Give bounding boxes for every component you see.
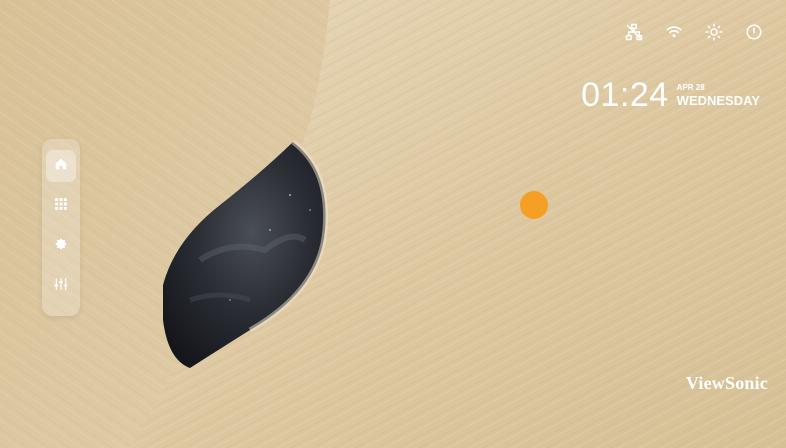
- adjustments-button[interactable]: [46, 270, 76, 302]
- clock-weekday: WEDNESDAY: [676, 92, 760, 108]
- settings-icon: [54, 237, 68, 256]
- clock: 01:24 APR 28 WEDNESDAY: [581, 78, 760, 112]
- status-bar: [624, 22, 764, 42]
- settings-button[interactable]: [46, 230, 76, 262]
- clock-date: APR 28 WEDNESDAY: [676, 82, 760, 108]
- apps-button[interactable]: [46, 190, 76, 222]
- clock-time: 01:24: [581, 76, 669, 114]
- clock-month-day: APR 28: [676, 82, 705, 92]
- home-icon: [54, 157, 68, 176]
- network-icon[interactable]: [624, 22, 644, 42]
- pointer-dot: [520, 191, 548, 219]
- wallpaper: [0, 0, 786, 448]
- wifi-icon[interactable]: [664, 22, 684, 42]
- brand-logo: ViewSonic: [685, 373, 768, 393]
- apps-grid-icon: [54, 197, 68, 216]
- side-dock: [42, 139, 80, 316]
- adjustments-icon: [54, 277, 68, 296]
- home-button[interactable]: [46, 150, 76, 182]
- brightness-icon[interactable]: [704, 22, 724, 42]
- power-icon[interactable]: [744, 22, 764, 42]
